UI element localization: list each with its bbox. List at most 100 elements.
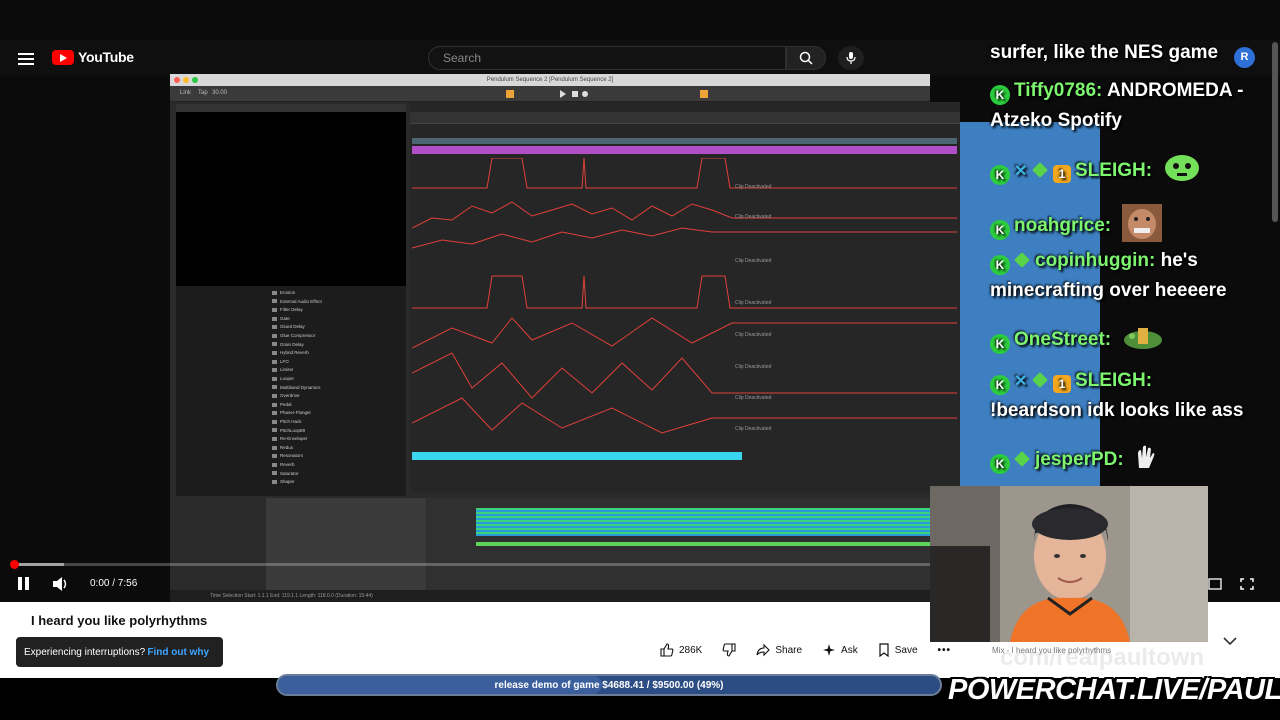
- gem-badge-icon: [1014, 252, 1030, 268]
- daw-clip-settings: [266, 498, 426, 602]
- device-list-item[interactable]: Glued Delay: [272, 324, 305, 329]
- device-list-item[interactable]: LFO: [272, 359, 289, 364]
- clip-label: Clip Deactivated: [735, 426, 772, 432]
- more-icon: •••: [937, 644, 952, 656]
- chat-username: copinhuggin:: [1035, 250, 1156, 271]
- sword-badge-icon: ✕: [1014, 373, 1028, 390]
- find-out-why-link[interactable]: Find out why: [147, 647, 209, 658]
- save-label: Save: [894, 644, 918, 656]
- kick-badge-icon: K: [990, 454, 1010, 475]
- chat-username: jesperPD:: [1035, 449, 1124, 471]
- fullscreen-icon[interactable]: [1240, 578, 1254, 590]
- ask-button[interactable]: Ask: [812, 639, 868, 661]
- chat-message: minecrafting over heeeere: [990, 280, 1227, 302]
- share-button[interactable]: Share: [746, 639, 812, 661]
- device-list-item[interactable]: Glue Compressor: [272, 333, 315, 338]
- search-button[interactable]: [786, 46, 826, 70]
- youtube-logo[interactable]: YouTube: [52, 49, 134, 65]
- ask-label: Ask: [841, 644, 858, 656]
- volume-icon: [53, 577, 67, 591]
- daw-note-bar: [476, 542, 930, 546]
- voice-search-button[interactable]: [838, 46, 864, 70]
- daw-note-bars: [476, 508, 930, 536]
- daw-arrangement-view: Clip Deactivated Clip Deactivated Clip D…: [410, 102, 960, 492]
- chat-text: Atzeko Spotify: [990, 110, 1122, 131]
- device-list-item[interactable]: Redux: [272, 445, 293, 450]
- video-progress-bar[interactable]: [12, 563, 930, 566]
- device-list-item[interactable]: External Audio Effect: [272, 299, 322, 304]
- device-list-item[interactable]: Re-Enveloper: [272, 436, 308, 441]
- daw-browser-panel: [176, 104, 406, 288]
- like-button[interactable]: 286K: [650, 639, 712, 661]
- device-list-item[interactable]: Filter Delay: [272, 307, 303, 312]
- menu-icon[interactable]: [18, 50, 38, 66]
- device-list-item[interactable]: Multiband Dynamics: [272, 385, 321, 390]
- chat-message: K ✕ 1 SLEIGH:: [990, 370, 1152, 395]
- device-list-item[interactable]: Reverb: [272, 462, 295, 467]
- dislike-button[interactable]: [712, 639, 746, 661]
- interruptions-text: Experiencing interruptions?: [24, 646, 146, 658]
- share-label: Share: [775, 644, 803, 656]
- webcam-feed: [930, 486, 1208, 642]
- chat-username: SLEIGH:: [1075, 370, 1153, 391]
- sword-badge-icon: ✕: [1014, 163, 1028, 181]
- stream-chat-overlay: surfer, like the NES game K Tiffy0786: AN…: [990, 40, 1280, 490]
- daw-window: Pendulum Sequence 2 [Pendulum Sequence 2…: [170, 74, 1100, 602]
- clip-label: Clip Deactivated: [735, 395, 772, 401]
- device-list-item[interactable]: Phaser-Flanger: [272, 410, 311, 415]
- device-list-item[interactable]: Gate: [272, 316, 290, 321]
- gem-badge-icon: [1032, 162, 1048, 178]
- clip-label: Clip Deactivated: [735, 300, 772, 306]
- sparkle-icon: [823, 644, 836, 656]
- chat-message: K OneStreet:: [990, 324, 1164, 356]
- chat-username: Tiffy0786:: [1014, 80, 1103, 101]
- device-list-item[interactable]: Overdrive: [272, 393, 300, 398]
- gem-badge-icon: [1014, 451, 1030, 467]
- device-list-item[interactable]: Erosion: [272, 290, 295, 295]
- device-list-item[interactable]: Saturator: [272, 471, 299, 476]
- donation-goal-text: release demo of game $4688.41 / $9500.00…: [494, 679, 724, 691]
- user-avatar[interactable]: R: [1234, 47, 1255, 68]
- clip-label: Clip Deactivated: [735, 332, 772, 338]
- microphone-icon: [846, 52, 856, 64]
- more-actions-button[interactable]: •••: [928, 639, 962, 661]
- daw-track-teal: [412, 138, 957, 144]
- thumbs-up-icon: [660, 643, 674, 657]
- device-list-item[interactable]: Hybrid Reverb: [272, 350, 309, 355]
- device-list-item[interactable]: Looper: [272, 376, 294, 381]
- close-dot-icon: [174, 77, 180, 83]
- frog-emote-icon: [1122, 324, 1164, 356]
- daw-browser-search: [176, 104, 406, 112]
- progress-scrubber[interactable]: [10, 560, 19, 569]
- chevron-down-icon[interactable]: [1223, 636, 1237, 646]
- kick-badge-icon: K: [990, 375, 1010, 395]
- daw-track-cyan: [412, 452, 742, 460]
- page-scrollbar[interactable]: [1272, 42, 1278, 222]
- daw-transport-bar: Link Tap 30.00: [170, 86, 930, 102]
- save-button[interactable]: Save: [868, 639, 928, 661]
- daw-title-bar: Pendulum Sequence 2 [Pendulum Sequence 2…: [170, 74, 930, 86]
- chat-username: OneStreet:: [1014, 329, 1112, 351]
- volume-button[interactable]: [52, 576, 70, 592]
- search-input[interactable]: Search: [428, 46, 786, 70]
- device-list-item[interactable]: Limiter: [272, 367, 294, 372]
- device-list-item[interactable]: Shaper: [272, 479, 295, 484]
- clip-label: Clip Deactivated: [735, 258, 772, 264]
- daw-track-purple: [412, 146, 957, 154]
- player-right-controls: [1208, 576, 1258, 592]
- interruptions-banner: Experiencing interruptions? Find out why: [16, 637, 223, 667]
- share-icon: [756, 643, 771, 657]
- device-list-item[interactable]: Grain Delay: [272, 342, 304, 347]
- device-list-item[interactable]: Pedal: [272, 402, 292, 407]
- number-one-badge-icon: 1: [1053, 165, 1071, 184]
- daw-device-list: Erosion External Audio Effect Filter Delay…: [176, 286, 406, 496]
- device-list-item[interactable]: Pitch Hack: [272, 419, 302, 424]
- clip-label: Clip Deactivated: [735, 214, 772, 220]
- mix-playlist-label[interactable]: Mix - I heard you like polyrhythms: [992, 646, 1111, 655]
- device-list-item[interactable]: Resonators: [272, 453, 303, 458]
- streamer-webcam-image: [930, 486, 1208, 642]
- pause-button[interactable]: [18, 577, 34, 591]
- theater-mode-icon[interactable]: [1208, 578, 1222, 590]
- daw-automation-lanes: Clip Deactivated Clip Deactivated Clip D…: [412, 158, 957, 434]
- device-list-item[interactable]: PitchLoop89: [272, 428, 305, 433]
